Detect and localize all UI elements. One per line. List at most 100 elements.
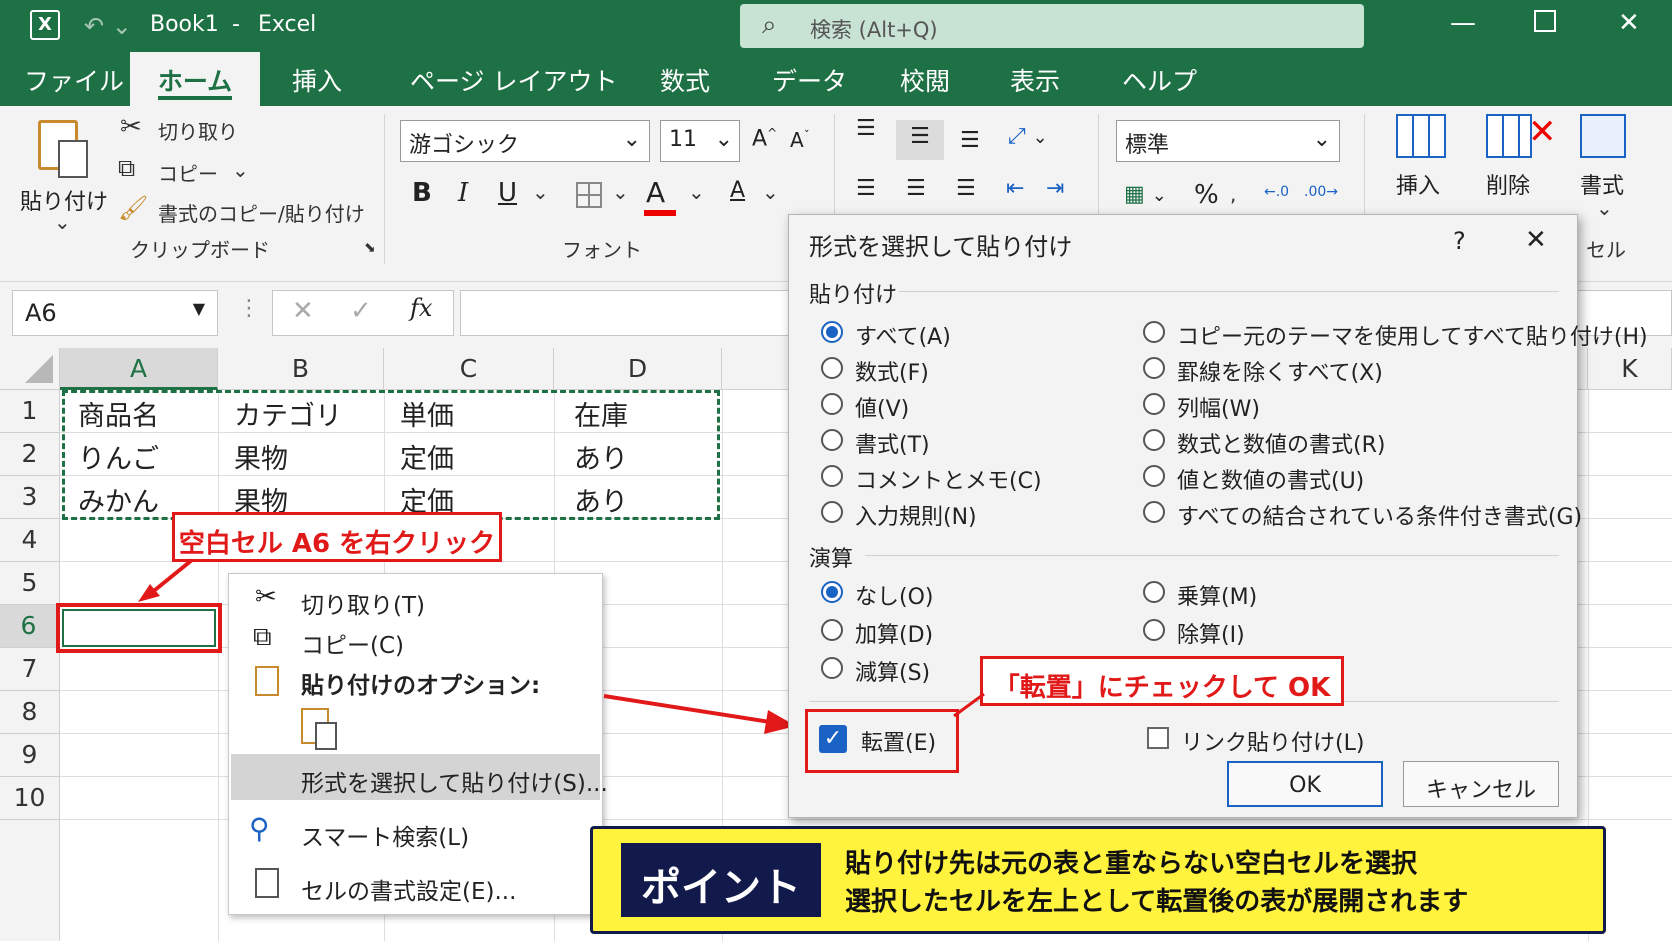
transpose-checkbox[interactable]: ✓ xyxy=(819,725,847,753)
bold-button[interactable]: B xyxy=(412,178,432,208)
row-header-6[interactable]: 6 xyxy=(0,605,60,648)
maximize-button[interactable] xyxy=(1534,10,1556,32)
cell-d1[interactable]: 在庫 xyxy=(574,394,628,433)
radio-paste-formulas-numbers-label[interactable]: 数式と数値の書式(R) xyxy=(1177,427,1385,459)
more-options-icon[interactable]: ⋮ xyxy=(238,296,260,321)
tab-view[interactable]: 表示 xyxy=(1010,62,1060,98)
format-painter-button[interactable]: 書式のコピー/貼り付け xyxy=(158,198,365,227)
transpose-label[interactable]: 転置(E) xyxy=(861,725,936,757)
decrease-indent-icon[interactable]: ⇤ xyxy=(1006,176,1024,201)
radio-paste-column-widths[interactable] xyxy=(1143,393,1165,415)
tab-help[interactable]: ヘルプ xyxy=(1122,62,1197,98)
accounting-format-icon[interactable]: ▦ ⌄ xyxy=(1124,182,1167,207)
radio-paste-formulas-label[interactable]: 数式(F) xyxy=(855,355,929,387)
dialog-help-button[interactable]: ? xyxy=(1453,227,1466,255)
radio-op-multiply-label[interactable]: 乗算(M) xyxy=(1177,579,1257,611)
delete-cells-button[interactable]: 削除 xyxy=(1486,168,1530,200)
radio-paste-no-borders-label[interactable]: 罫線を除くすべて(X) xyxy=(1177,355,1383,387)
comma-style-icon[interactable]: , xyxy=(1230,182,1236,206)
radio-paste-formulas[interactable] xyxy=(821,357,843,379)
cell-a2[interactable]: りんご xyxy=(78,437,159,476)
fill-color-icon[interactable]: A xyxy=(646,176,665,209)
radio-op-add-label[interactable]: 加算(D) xyxy=(855,617,933,649)
cell-c1[interactable]: 単価 xyxy=(400,394,454,433)
menu-item-cut[interactable]: 切り取り(T) xyxy=(301,586,425,620)
paste-dropdown-icon[interactable]: ⌄ xyxy=(54,210,71,234)
search-box[interactable]: ⌕ 検索 (Alt+Q) xyxy=(740,4,1364,48)
radio-paste-merge-conditional[interactable] xyxy=(1143,501,1165,523)
cancel-button[interactable]: キャンセル xyxy=(1403,761,1559,807)
align-top-icon[interactable]: ☰ xyxy=(856,116,876,141)
radio-op-add[interactable] xyxy=(821,619,843,641)
radio-op-divide-label[interactable]: 除算(I) xyxy=(1177,617,1245,649)
tab-data[interactable]: データ xyxy=(772,62,847,98)
radio-op-none[interactable] xyxy=(821,581,843,603)
orientation-icon[interactable]: ⤢ ⌄ xyxy=(1008,124,1048,149)
borders-dropdown-icon[interactable]: ⌄ xyxy=(612,180,629,204)
italic-button[interactable]: I xyxy=(458,178,468,208)
tab-formulas[interactable]: 数式 xyxy=(660,62,710,98)
format-cells-icon[interactable] xyxy=(1580,114,1626,158)
underline-dropdown-icon[interactable]: ⌄ xyxy=(532,180,549,204)
dialog-close-button[interactable]: ✕ xyxy=(1525,225,1547,255)
column-header-b[interactable]: B xyxy=(218,348,384,390)
row-header-9[interactable]: 9 xyxy=(0,734,60,777)
copy-button[interactable]: コピー xyxy=(158,158,218,187)
menu-item-format-cells[interactable]: セルの書式設定(E)... xyxy=(301,872,516,906)
menu-item-paste-special[interactable]: 形式を選択して貼り付け(S)... xyxy=(301,764,608,798)
align-right-icon[interactable]: ☰ xyxy=(956,176,976,201)
row-header-5[interactable]: 5 xyxy=(0,562,60,605)
cell-b2[interactable]: 果物 xyxy=(234,437,288,476)
phonetic-icon[interactable]: A xyxy=(730,178,745,203)
underline-button[interactable]: U xyxy=(498,178,517,208)
row-header-2[interactable]: 2 xyxy=(0,433,60,476)
radio-paste-formats[interactable] xyxy=(821,429,843,451)
radio-paste-all[interactable] xyxy=(821,321,843,343)
radio-paste-values-numbers-label[interactable]: 値と数値の書式(U) xyxy=(1177,463,1364,495)
format-dropdown-icon[interactable]: ⌄ xyxy=(1596,196,1613,220)
insert-cells-icon[interactable] xyxy=(1396,114,1446,158)
cell-b1[interactable]: カテゴリ xyxy=(234,394,342,433)
ok-button[interactable]: OK xyxy=(1227,761,1383,807)
radio-paste-values[interactable] xyxy=(821,393,843,415)
radio-paste-all-label[interactable]: すべて(A) xyxy=(855,319,951,351)
clipboard-launcher-icon[interactable]: ⬊ xyxy=(364,240,376,256)
radio-paste-formats-label[interactable]: 書式(T) xyxy=(855,427,930,459)
select-all-corner[interactable] xyxy=(0,348,60,390)
increase-decimal-icon[interactable]: ←.0 xyxy=(1264,184,1289,200)
font-color-dropdown-icon[interactable]: ⌄ xyxy=(688,180,705,204)
cell-d3[interactable]: あり xyxy=(574,480,628,519)
tab-page-layout[interactable]: ページ レイアウト xyxy=(410,62,617,98)
column-header-c[interactable]: C xyxy=(384,348,554,390)
row-header-8[interactable]: 8 xyxy=(0,691,60,734)
number-format-select[interactable]: 標準 ⌄ xyxy=(1116,120,1340,162)
font-name-select[interactable]: 游ゴシック ⌄ xyxy=(400,120,650,162)
confirm-entry-icon[interactable]: ✓ xyxy=(350,296,372,326)
radio-paste-values-numbers[interactable] xyxy=(1143,465,1165,487)
row-header-10[interactable]: 10 xyxy=(0,777,60,820)
percent-style-icon[interactable]: % xyxy=(1194,180,1219,210)
decrease-decimal-icon[interactable]: .00→ xyxy=(1304,184,1338,200)
radio-paste-no-borders[interactable] xyxy=(1143,357,1165,379)
decrease-font-icon[interactable]: Aˇ xyxy=(790,128,810,152)
radio-paste-comments-label[interactable]: コメントとメモ(C) xyxy=(855,463,1042,495)
paste-link-label[interactable]: リンク貼り付け(L) xyxy=(1181,725,1364,757)
cell-d2[interactable]: あり xyxy=(574,437,628,476)
radio-paste-validation[interactable] xyxy=(821,501,843,523)
menu-item-copy[interactable]: コピー(C) xyxy=(301,626,404,660)
align-left-icon[interactable]: ☰ xyxy=(856,176,876,201)
radio-paste-theme[interactable] xyxy=(1143,321,1165,343)
delete-cells-icon[interactable] xyxy=(1486,114,1532,158)
phonetic-dropdown-icon[interactable]: ⌄ xyxy=(762,180,779,204)
undo-icon[interactable]: ↶ ⌄ xyxy=(84,12,132,40)
borders-icon[interactable] xyxy=(576,182,602,208)
radio-paste-formulas-numbers[interactable] xyxy=(1143,429,1165,451)
radio-paste-column-widths-label[interactable]: 列幅(W) xyxy=(1177,391,1260,423)
cancel-entry-icon[interactable]: ✕ xyxy=(292,296,314,326)
cell-c2[interactable]: 定価 xyxy=(400,437,454,476)
increase-indent-icon[interactable]: ⇥ xyxy=(1046,176,1064,201)
radio-paste-comments[interactable] xyxy=(821,465,843,487)
close-window-button[interactable]: ✕ xyxy=(1618,8,1640,38)
tab-home[interactable]: ホーム xyxy=(130,52,260,106)
insert-cells-button[interactable]: 挿入 xyxy=(1396,168,1440,200)
